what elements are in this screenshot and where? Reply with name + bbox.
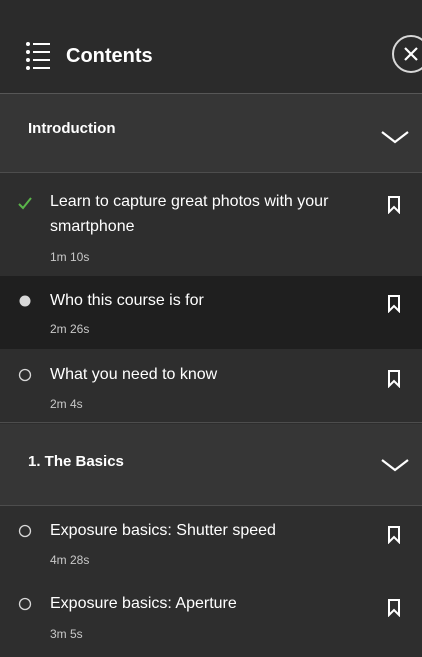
lesson-duration: 3m 5s <box>50 627 83 641</box>
section-the-basics[interactable]: 1. The Basics <box>0 424 422 506</box>
empty-circle-icon <box>18 597 32 611</box>
bookmark-icon[interactable] <box>387 370 401 388</box>
chevron-down-icon <box>381 459 409 472</box>
lesson-item[interactable]: Who this course is for 2m 26s <box>0 276 422 349</box>
empty-circle-icon <box>18 368 32 382</box>
lesson-duration: 2m 4s <box>50 397 83 411</box>
lesson-title: What you need to know <box>50 366 218 383</box>
lesson-title: Learn to capture great photos with your … <box>50 193 329 235</box>
lesson-item[interactable]: Exposure basics: Shutter speed 4m 28s <box>0 507 422 582</box>
lesson-item[interactable]: What you need to know 2m 4s <box>0 349 422 423</box>
lesson-title: Exposure basics: Shutter speed <box>50 522 276 539</box>
bookmark-icon[interactable] <box>387 196 401 214</box>
bookmark-icon[interactable] <box>387 526 401 544</box>
contents-header: Contents <box>0 0 422 94</box>
empty-circle-icon <box>18 524 32 538</box>
checkmark-icon <box>18 197 32 210</box>
table-of-contents-icon <box>26 42 50 70</box>
bookmark-icon[interactable] <box>387 599 401 617</box>
section-title: 1. The Basics <box>28 453 124 470</box>
chevron-down-icon <box>381 131 409 144</box>
lesson-duration: 4m 28s <box>50 553 90 567</box>
section-introduction[interactable]: Introduction <box>0 94 422 173</box>
filled-circle-icon <box>19 295 31 307</box>
lesson-item[interactable]: Learn to capture great photos with your … <box>0 174 422 276</box>
lesson-duration: 1m 10s <box>50 250 90 264</box>
lesson-title: Exposure basics: Aperture <box>50 595 237 612</box>
close-icon <box>404 47 418 61</box>
lesson-duration: 2m 26s <box>50 322 90 336</box>
bookmark-icon[interactable] <box>387 295 401 313</box>
section-title: Introduction <box>28 120 116 137</box>
contents-panel: Contents Introduction Learn to capture g… <box>0 0 422 657</box>
close-button[interactable] <box>392 35 422 73</box>
panel-title: Contents <box>66 45 153 67</box>
lesson-title: Who this course is for <box>50 292 204 309</box>
lesson-item[interactable]: Exposure basics: Aperture 3m 5s <box>0 582 422 657</box>
